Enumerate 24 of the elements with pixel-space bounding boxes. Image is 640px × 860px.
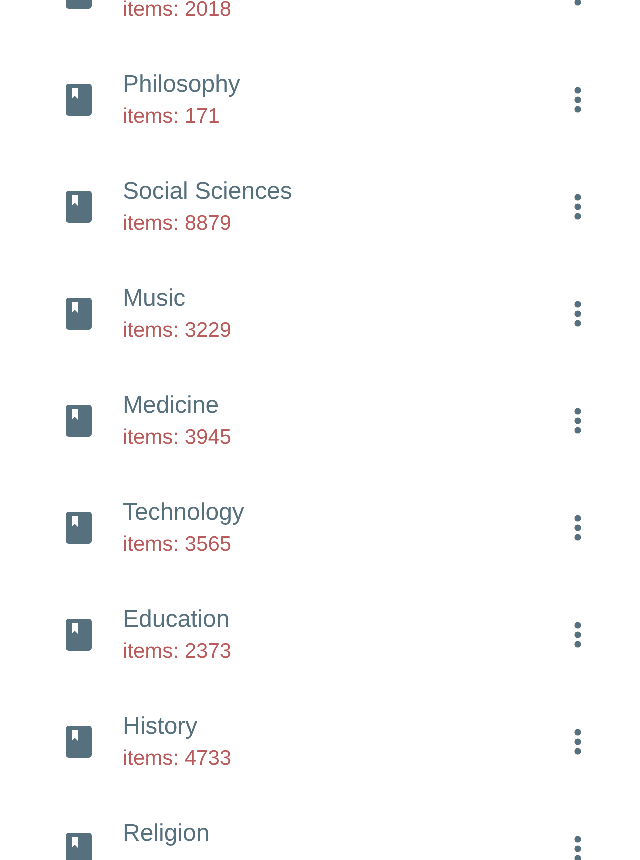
item-count: items: 171 <box>123 104 220 130</box>
category-title: Education <box>123 604 230 634</box>
item-count: items: 8879 <box>123 210 232 236</box>
item-count: items: 3565 <box>123 532 232 558</box>
more-icon <box>574 622 582 648</box>
category-title: Music <box>123 284 186 314</box>
item-count: items: 3229 <box>123 318 232 344</box>
more-icon <box>574 728 582 754</box>
item-count: items: 4733 <box>123 746 232 772</box>
category-title: Philosophy <box>123 70 240 100</box>
more-icon <box>574 194 582 220</box>
category-title: Social Sciences <box>123 176 292 206</box>
more-icon <box>574 836 582 860</box>
more-icon <box>574 86 582 112</box>
category-title: Medicine <box>123 390 220 420</box>
more-icon <box>574 408 582 434</box>
more-icon <box>574 300 582 326</box>
category-title: Technology <box>123 498 244 528</box>
category-title: History <box>123 712 198 742</box>
category-title: Religion <box>123 818 210 848</box>
item-count: items: 2373 <box>123 638 232 664</box>
item-count: items: 2018 <box>123 0 232 22</box>
item-count: items: 3945 <box>123 424 232 450</box>
more-icon <box>574 514 582 540</box>
